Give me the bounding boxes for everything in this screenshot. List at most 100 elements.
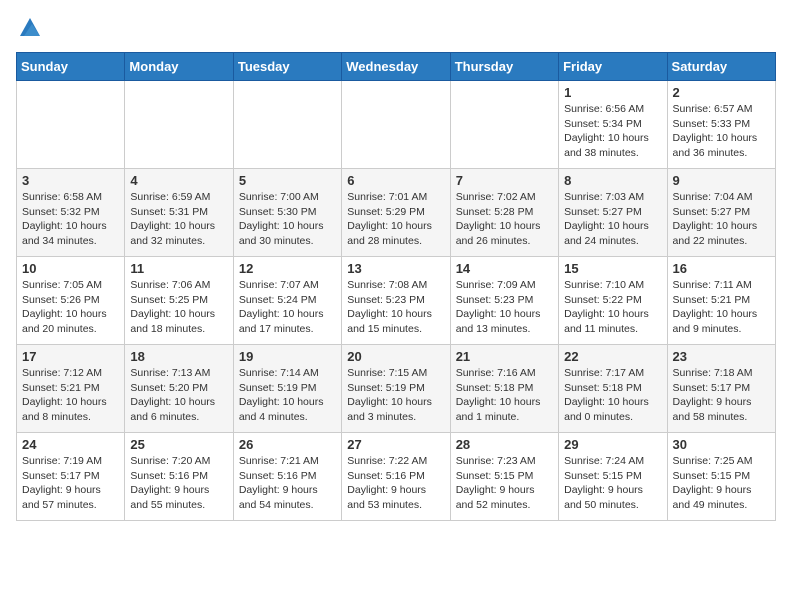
calendar-cell: 10 Sunrise: 7:05 AM Sunset: 5:26 PM Dayli… <box>17 257 125 345</box>
logo <box>16 16 42 40</box>
calendar-cell: 19 Sunrise: 7:14 AM Sunset: 5:19 PM Dayli… <box>233 345 341 433</box>
calendar-cell: 27 Sunrise: 7:22 AM Sunset: 5:16 PM Dayli… <box>342 433 450 521</box>
calendar-cell: 11 Sunrise: 7:06 AM Sunset: 5:25 PM Dayli… <box>125 257 233 345</box>
day-number: 24 <box>22 437 119 452</box>
calendar-cell: 18Sunrise: 7:13 AM Sunset: 5:20 PM Dayli… <box>125 345 233 433</box>
day-info: Sunrise: 7:14 AM Sunset: 5:19 PM Dayligh… <box>239 366 336 425</box>
logo-icon <box>18 16 42 40</box>
week-row-1: 1Sunrise: 6:56 AM Sunset: 5:34 PM Daylig… <box>17 81 776 169</box>
calendar-cell: 22 Sunrise: 7:17 AM Sunset: 5:18 PM Dayli… <box>559 345 667 433</box>
calendar-cell: 25 Sunrise: 7:20 AM Sunset: 5:16 PM Dayli… <box>125 433 233 521</box>
calendar-cell: 6 Sunrise: 7:01 AM Sunset: 5:29 PM Daylig… <box>342 169 450 257</box>
calendar-cell: 7 Sunrise: 7:02 AM Sunset: 5:28 PM Daylig… <box>450 169 558 257</box>
day-info: Sunrise: 7:24 AM Sunset: 5:15 PM Dayligh… <box>564 454 661 513</box>
day-number: 14 <box>456 261 553 276</box>
calendar-cell: 13 Sunrise: 7:08 AM Sunset: 5:23 PM Dayli… <box>342 257 450 345</box>
day-info: Sunrise: 7:19 AM Sunset: 5:17 PM Dayligh… <box>22 454 119 513</box>
day-number: 10 <box>22 261 119 276</box>
day-info: Sunrise: 7:13 AM Sunset: 5:20 PM Dayligh… <box>130 366 227 425</box>
calendar-table: SundayMondayTuesdayWednesdayThursdayFrid… <box>16 52 776 521</box>
day-info: Sunrise: 7:12 AM Sunset: 5:21 PM Dayligh… <box>22 366 119 425</box>
day-number: 16 <box>673 261 770 276</box>
day-number: 28 <box>456 437 553 452</box>
day-info: Sunrise: 7:11 AM Sunset: 5:21 PM Dayligh… <box>673 278 770 337</box>
day-info: Sunrise: 7:00 AM Sunset: 5:30 PM Dayligh… <box>239 190 336 249</box>
day-info: Sunrise: 7:22 AM Sunset: 5:16 PM Dayligh… <box>347 454 444 513</box>
calendar-cell: 9 Sunrise: 7:04 AM Sunset: 5:27 PM Daylig… <box>667 169 775 257</box>
day-number: 21 <box>456 349 553 364</box>
day-info: Sunrise: 7:04 AM Sunset: 5:27 PM Dayligh… <box>673 190 770 249</box>
day-number: 12 <box>239 261 336 276</box>
calendar-cell: 23Sunrise: 7:18 AM Sunset: 5:17 PM Dayli… <box>667 345 775 433</box>
day-number: 8 <box>564 173 661 188</box>
day-number: 4 <box>130 173 227 188</box>
day-info: Sunrise: 6:57 AM Sunset: 5:33 PM Dayligh… <box>673 102 770 161</box>
day-info: Sunrise: 7:23 AM Sunset: 5:15 PM Dayligh… <box>456 454 553 513</box>
day-info: Sunrise: 7:17 AM Sunset: 5:18 PM Dayligh… <box>564 366 661 425</box>
calendar-cell: 1Sunrise: 6:56 AM Sunset: 5:34 PM Daylig… <box>559 81 667 169</box>
calendar-cell: 16 Sunrise: 7:11 AM Sunset: 5:21 PM Dayli… <box>667 257 775 345</box>
day-number: 15 <box>564 261 661 276</box>
day-info: Sunrise: 7:21 AM Sunset: 5:16 PM Dayligh… <box>239 454 336 513</box>
day-header-sunday: Sunday <box>17 53 125 81</box>
day-info: Sunrise: 7:16 AM Sunset: 5:18 PM Dayligh… <box>456 366 553 425</box>
day-info: Sunrise: 7:08 AM Sunset: 5:23 PM Dayligh… <box>347 278 444 337</box>
day-info: Sunrise: 7:01 AM Sunset: 5:29 PM Dayligh… <box>347 190 444 249</box>
day-info: Sunrise: 7:10 AM Sunset: 5:22 PM Dayligh… <box>564 278 661 337</box>
calendar-cell: 29 Sunrise: 7:24 AM Sunset: 5:15 PM Dayli… <box>559 433 667 521</box>
day-number: 22 <box>564 349 661 364</box>
day-header-wednesday: Wednesday <box>342 53 450 81</box>
week-row-2: 3 Sunrise: 6:58 AM Sunset: 5:32 PM Daylig… <box>17 169 776 257</box>
calendar-cell: 17 Sunrise: 7:12 AM Sunset: 5:21 PM Dayli… <box>17 345 125 433</box>
day-number: 1 <box>564 85 661 100</box>
calendar-cell: 24 Sunrise: 7:19 AM Sunset: 5:17 PM Dayli… <box>17 433 125 521</box>
day-number: 20 <box>347 349 444 364</box>
day-info: Sunrise: 7:03 AM Sunset: 5:27 PM Dayligh… <box>564 190 661 249</box>
calendar-cell: 5 Sunrise: 7:00 AM Sunset: 5:30 PM Daylig… <box>233 169 341 257</box>
day-info: Sunrise: 7:09 AM Sunset: 5:23 PM Dayligh… <box>456 278 553 337</box>
calendar-cell: 30 Sunrise: 7:25 AM Sunset: 5:15 PM Dayli… <box>667 433 775 521</box>
calendar-cell: 2Sunrise: 6:57 AM Sunset: 5:33 PM Daylig… <box>667 81 775 169</box>
day-number: 25 <box>130 437 227 452</box>
day-number: 27 <box>347 437 444 452</box>
day-number: 9 <box>673 173 770 188</box>
day-info: Sunrise: 7:20 AM Sunset: 5:16 PM Dayligh… <box>130 454 227 513</box>
calendar-cell <box>125 81 233 169</box>
header-row: SundayMondayTuesdayWednesdayThursdayFrid… <box>17 53 776 81</box>
week-row-5: 24 Sunrise: 7:19 AM Sunset: 5:17 PM Dayli… <box>17 433 776 521</box>
calendar-cell: 3 Sunrise: 6:58 AM Sunset: 5:32 PM Daylig… <box>17 169 125 257</box>
day-info: Sunrise: 7:07 AM Sunset: 5:24 PM Dayligh… <box>239 278 336 337</box>
calendar-cell: 20 Sunrise: 7:15 AM Sunset: 5:19 PM Dayli… <box>342 345 450 433</box>
calendar-cell <box>450 81 558 169</box>
calendar-cell <box>342 81 450 169</box>
calendar-cell: 28 Sunrise: 7:23 AM Sunset: 5:15 PM Dayli… <box>450 433 558 521</box>
day-number: 30 <box>673 437 770 452</box>
day-number: 19 <box>239 349 336 364</box>
day-info: Sunrise: 6:58 AM Sunset: 5:32 PM Dayligh… <box>22 190 119 249</box>
day-number: 11 <box>130 261 227 276</box>
page-header <box>16 16 776 40</box>
day-number: 3 <box>22 173 119 188</box>
day-info: Sunrise: 7:15 AM Sunset: 5:19 PM Dayligh… <box>347 366 444 425</box>
calendar-cell: 4Sunrise: 6:59 AM Sunset: 5:31 PM Daylig… <box>125 169 233 257</box>
day-number: 13 <box>347 261 444 276</box>
day-info: Sunrise: 7:05 AM Sunset: 5:26 PM Dayligh… <box>22 278 119 337</box>
calendar-cell <box>17 81 125 169</box>
day-header-thursday: Thursday <box>450 53 558 81</box>
week-row-4: 17 Sunrise: 7:12 AM Sunset: 5:21 PM Dayli… <box>17 345 776 433</box>
day-info: Sunrise: 7:02 AM Sunset: 5:28 PM Dayligh… <box>456 190 553 249</box>
calendar-cell: 21 Sunrise: 7:16 AM Sunset: 5:18 PM Dayli… <box>450 345 558 433</box>
day-number: 29 <box>564 437 661 452</box>
day-header-saturday: Saturday <box>667 53 775 81</box>
day-header-tuesday: Tuesday <box>233 53 341 81</box>
week-row-3: 10 Sunrise: 7:05 AM Sunset: 5:26 PM Dayli… <box>17 257 776 345</box>
day-info: Sunrise: 7:18 AM Sunset: 5:17 PM Dayligh… <box>673 366 770 425</box>
day-number: 7 <box>456 173 553 188</box>
calendar-cell: 26Sunrise: 7:21 AM Sunset: 5:16 PM Dayli… <box>233 433 341 521</box>
day-info: Sunrise: 7:06 AM Sunset: 5:25 PM Dayligh… <box>130 278 227 337</box>
day-header-monday: Monday <box>125 53 233 81</box>
day-number: 5 <box>239 173 336 188</box>
day-number: 17 <box>22 349 119 364</box>
day-info: Sunrise: 7:25 AM Sunset: 5:15 PM Dayligh… <box>673 454 770 513</box>
day-number: 6 <box>347 173 444 188</box>
